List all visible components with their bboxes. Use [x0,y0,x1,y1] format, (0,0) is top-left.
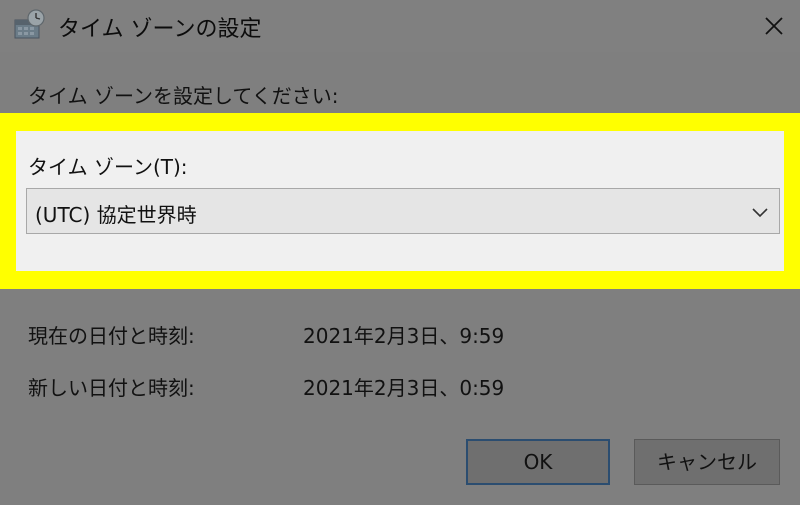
dialog-prompt: タイム ゾーンを設定してください: [28,84,339,108]
new-datetime-label: 新しい日付と時刻: [28,376,195,400]
timezone-label: タイム ゾーン(T): [28,155,188,179]
timezone-dialog: タイム ゾーンの設定 タイム ゾーンを設定してください: タイム ゾーン(T):… [0,0,800,505]
close-icon [765,17,783,35]
timezone-selected-value: (UTC) 協定世界時 [35,203,197,227]
timezone-panel: タイム ゾーン(T): (UTC) 協定世界時 [16,131,784,271]
ok-button[interactable]: OK [466,439,610,485]
close-button[interactable] [754,6,794,46]
timezone-dropdown[interactable]: (UTC) 協定世界時 [26,188,780,234]
current-datetime-label: 現在の日付と時刻: [28,324,195,348]
title-bar: タイム ゾーンの設定 [0,0,800,52]
cancel-button[interactable]: キャンセル [634,439,780,485]
window-title: タイム ゾーンの設定 [58,17,262,42]
chevron-down-icon [751,203,769,221]
current-datetime-value: 2021年2月3日、9:59 [303,324,505,348]
date-time-clock-icon [12,8,46,42]
new-datetime-value: 2021年2月3日、0:59 [303,376,505,400]
